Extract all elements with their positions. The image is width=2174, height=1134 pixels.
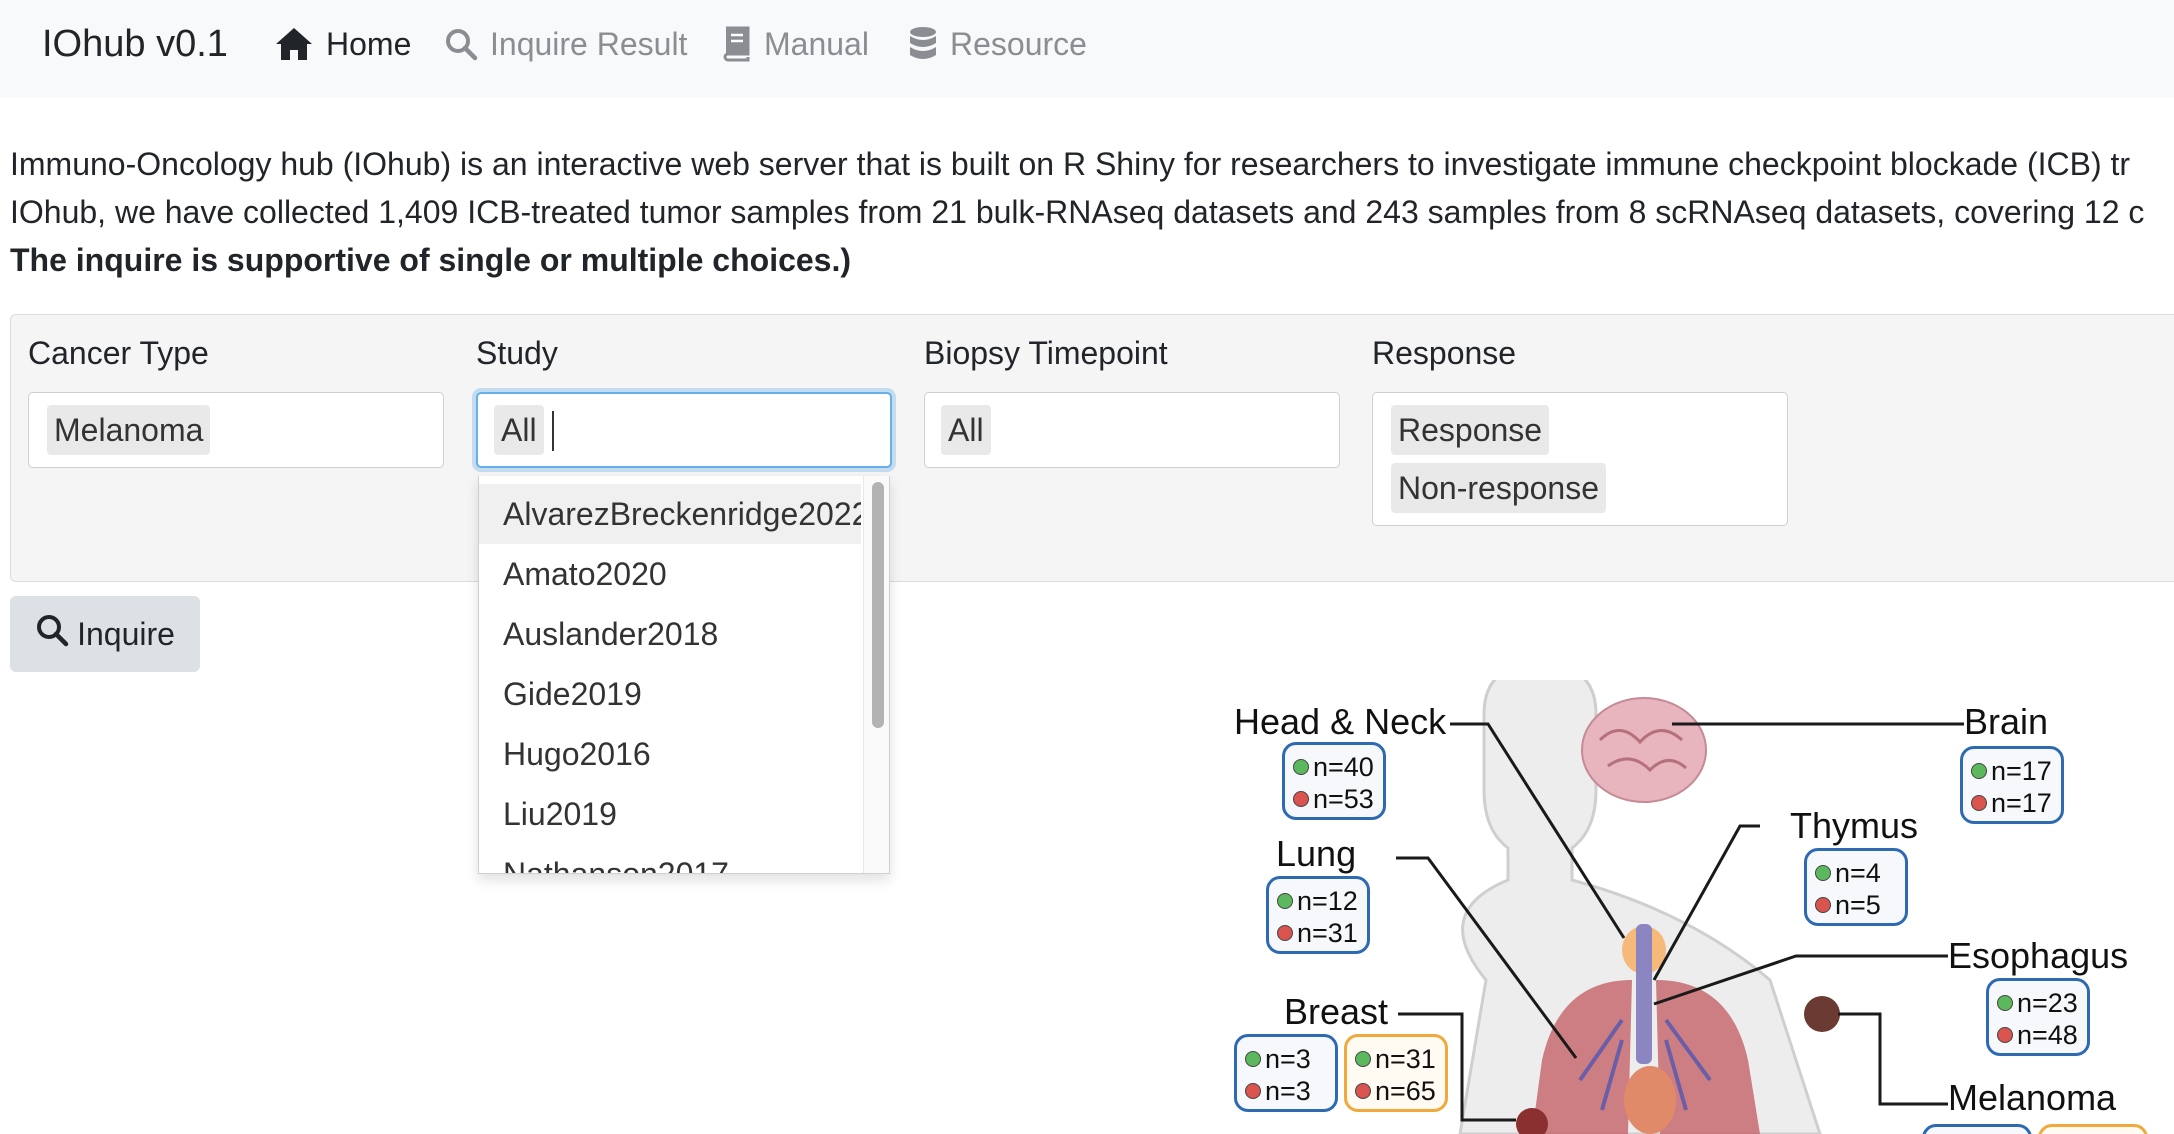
inquire-button[interactable]: Inquire <box>10 596 200 672</box>
dropdown-option[interactable]: AlvarezBreckenridge2022 <box>479 484 861 544</box>
nav-item-label: Manual <box>764 26 869 62</box>
response-dot <box>1355 1051 1371 1067</box>
nonresponse-dot <box>1293 791 1309 807</box>
organ-label-breast: Breast <box>1284 991 1389 1032</box>
selected-chip[interactable]: Melanoma <box>47 405 211 455</box>
nonresponse-count: n=17 <box>1991 788 2052 818</box>
sample-count-box: n=17 n=17 <box>1960 746 2064 824</box>
response-count: n=4 <box>1835 858 1881 888</box>
brand-title[interactable]: IOhub v0.1 <box>42 20 228 68</box>
intro-text: Immuno-Oncology hub (IOhub) is an intera… <box>10 140 2174 284</box>
scrollbar-thumb[interactable] <box>872 482 884 728</box>
home-icon <box>274 26 314 62</box>
nonresponse-count: n=65 <box>1375 1076 1436 1106</box>
organ-label-head-neck: Head & Neck <box>1234 701 1447 742</box>
selected-chip[interactable]: Non-response <box>1391 463 1606 513</box>
sample-count-box: n=4 n=5 <box>1804 848 1908 926</box>
response-count: n=12 <box>1297 886 1358 916</box>
organ-label-brain: Brain <box>1964 701 2049 742</box>
cancer-type-select[interactable]: Melanoma <box>28 392 444 468</box>
database-icon <box>908 26 938 62</box>
response-count: n=3 <box>1265 1044 1311 1074</box>
nav-item-manual[interactable]: Manual <box>722 20 869 68</box>
cancer-type-label: Cancer Type <box>28 335 209 371</box>
nonresponse-count: n=5 <box>1835 890 1881 920</box>
sample-count-box: n=12 n=31 <box>1266 876 1370 954</box>
sample-count-box <box>1922 1124 2032 1134</box>
dropdown-option[interactable]: Amato2020 <box>479 544 861 604</box>
response-count: n=23 <box>2017 988 2078 1018</box>
nonresponse-dot <box>1277 925 1293 941</box>
biopsy-timepoint-label: Biopsy Timepoint <box>924 335 1168 371</box>
dropdown-option[interactable]: Auslander2018 <box>479 604 861 664</box>
nonresponse-count: n=48 <box>2017 1020 2078 1050</box>
nav-item-label: Inquire Result <box>490 26 688 62</box>
book-icon <box>722 26 752 62</box>
selected-chip[interactable]: All <box>494 405 544 455</box>
nonresponse-count: n=31 <box>1297 918 1358 948</box>
study-dropdown-menu[interactable]: AlvarezBreckenridge2022 Amato2020 Auslan… <box>478 476 890 874</box>
nonresponse-count: n=53 <box>1313 784 1374 814</box>
organ-label-lung: Lung <box>1276 833 1357 874</box>
anatomy-figure: Head & Neck n=40 n=53 Lung n=12 n=31 Bre… <box>1220 680 2174 1134</box>
study-label: Study <box>476 335 558 371</box>
nonresponse-dot <box>1815 897 1831 913</box>
intro-note: The inquire is supportive of single or m… <box>10 242 852 278</box>
dropdown-option[interactable]: Gide2019 <box>479 664 861 724</box>
response-dot <box>1245 1051 1261 1067</box>
response-count: n=17 <box>1991 756 2052 786</box>
sample-count-box: n=3 n=3 <box>1234 1034 1338 1112</box>
response-count: n=31 <box>1375 1044 1436 1074</box>
nonresponse-dot <box>1997 1027 2013 1043</box>
organ-label-thymus: Thymus <box>1790 805 1919 846</box>
response-dot <box>1997 995 2013 1011</box>
response-dot <box>1293 759 1309 775</box>
sample-count-box: n=40 n=53 <box>1282 742 1386 820</box>
nav-item-resource[interactable]: Resource <box>908 20 1087 68</box>
sample-count-box: n=23 n=48 <box>1986 978 2090 1056</box>
dropdown-option[interactable]: Hugo2016 <box>479 724 861 784</box>
search-icon <box>35 613 69 655</box>
nonresponse-count: n=3 <box>1265 1076 1311 1106</box>
nav-item-inquire-result[interactable]: Inquire Result <box>444 20 687 68</box>
search-icon <box>444 27 478 61</box>
inquire-button-label: Inquire <box>77 615 175 652</box>
response-select[interactable]: Response Non-response <box>1372 392 1788 526</box>
biopsy-timepoint-select[interactable]: All <box>924 392 1340 468</box>
selected-chip[interactable]: All <box>941 405 991 455</box>
response-label: Response <box>1372 335 1517 371</box>
response-dot <box>1815 865 1831 881</box>
nonresponse-dot <box>1355 1083 1371 1099</box>
response-count: n=40 <box>1313 752 1374 782</box>
study-select[interactable]: All <box>476 392 892 468</box>
selected-chip[interactable]: Response <box>1391 405 1550 455</box>
organ-label-esophagus: Esophagus <box>1948 935 2129 976</box>
organ-label-melanoma: Melanoma <box>1948 1077 2117 1118</box>
nonresponse-dot <box>1971 795 1987 811</box>
navbar: IOhub v0.1 Home Inquire Result Manual Re… <box>0 0 2174 98</box>
intro-line: IOhub, we have collected 1,409 ICB-treat… <box>10 194 2145 230</box>
sample-count-box <box>2038 1124 2148 1134</box>
dropdown-option[interactable]: Nathanson2017 <box>479 844 861 873</box>
nav-item-label: Resource <box>950 26 1087 62</box>
nav-item-home[interactable]: Home <box>274 20 411 68</box>
text-caret <box>552 411 554 451</box>
nav-item-label: Home <box>326 26 412 62</box>
sample-count-box: n=31 n=65 <box>1344 1034 1448 1112</box>
dropdown-scrollbar[interactable] <box>863 476 889 873</box>
nonresponse-dot <box>1245 1083 1261 1099</box>
dropdown-option[interactable]: Liu2019 <box>479 784 861 844</box>
response-dot <box>1277 893 1293 909</box>
response-dot <box>1971 763 1987 779</box>
intro-line: Immuno-Oncology hub (IOhub) is an intera… <box>10 146 2131 182</box>
